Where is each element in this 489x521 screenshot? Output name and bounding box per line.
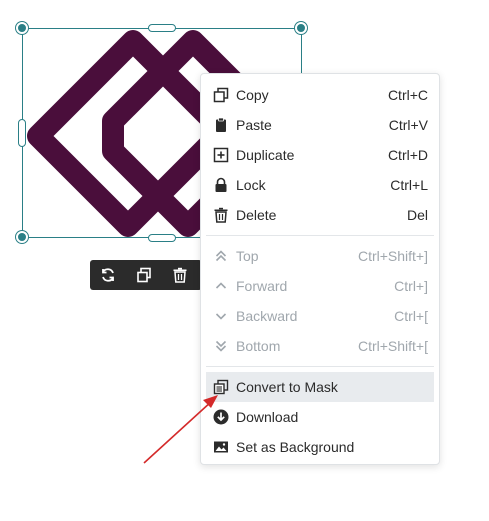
resize-handle-top-left[interactable] [16,22,28,34]
menu-item-shortcut: Ctrl+C [387,87,428,103]
trash-icon [173,267,187,283]
menu-item-shortcut: Ctrl+[ [394,308,428,324]
refresh-icon [102,268,114,282]
resize-handle-left[interactable] [18,119,26,147]
menu-item-label: Bottom [236,338,281,354]
menu-item-shortcut: Ctrl+V [388,117,428,133]
menu-item-shortcut: Ctrl+Shift+] [357,248,428,264]
download-icon [206,409,236,425]
delete-button[interactable] [162,260,198,290]
menu-item-label: Lock [236,177,266,193]
copy-icon [206,87,236,103]
chevron-up-icon [206,279,236,293]
menu-item-label: Duplicate [236,147,295,163]
menu-item-label: Backward [236,308,298,324]
clipboard-icon [206,117,236,133]
double-chevron-down-icon [206,339,236,353]
menu-item-label: Download [236,409,299,425]
menu-item-top[interactable]: Top Ctrl+Shift+] [206,241,434,271]
menu-item-set-as-background[interactable]: Set as Background [206,432,434,462]
menu-item-shortcut: Ctrl+Shift+[ [357,338,428,354]
menu-item-label: Delete [236,207,277,223]
duplicate-button[interactable] [126,260,162,290]
menu-item-download[interactable]: Download [206,402,434,432]
menu-item-bottom[interactable]: Bottom Ctrl+Shift+[ [206,331,434,361]
resize-handle-bottom[interactable] [148,234,176,242]
menu-item-backward[interactable]: Backward Ctrl+[ [206,301,434,331]
menu-item-copy[interactable]: Copy Ctrl+C [206,80,434,110]
menu-item-label: Top [236,248,259,264]
menu-item-forward[interactable]: Forward Ctrl+] [206,271,434,301]
chevron-down-icon [206,309,236,323]
menu-item-duplicate[interactable]: Duplicate Ctrl+D [206,140,434,170]
menu-divider [206,366,434,367]
copy-icon [137,267,151,283]
resize-handle-top[interactable] [148,24,176,32]
menu-item-shortcut: Del [406,207,428,223]
menu-item-paste[interactable]: Paste Ctrl+V [206,110,434,140]
double-chevron-up-icon [206,249,236,263]
menu-item-lock[interactable]: Lock Ctrl+L [206,170,434,200]
plus-square-icon [206,147,236,163]
menu-item-label: Forward [236,278,288,294]
menu-item-label: Convert to Mask [236,379,338,395]
menu-item-label: Paste [236,117,272,133]
menu-item-label: Set as Background [236,439,355,455]
menu-divider [206,235,434,236]
replace-button[interactable] [90,260,126,290]
lock-icon [206,177,236,193]
menu-item-shortcut: Ctrl+D [387,147,428,163]
image-icon [206,439,236,455]
menu-item-convert-to-mask[interactable]: Convert to Mask [206,372,434,402]
resize-handle-top-right[interactable] [295,22,307,34]
menu-item-shortcut: Ctrl+] [394,278,428,294]
mask-icon [206,379,236,395]
trash-icon [206,207,236,223]
menu-item-label: Copy [236,87,269,103]
menu-item-delete[interactable]: Delete Del [206,200,434,230]
element-toolbar [90,260,202,290]
context-menu: Copy Ctrl+C Paste Ctrl+V Duplicate Ctrl+… [200,73,440,465]
resize-handle-bottom-left[interactable] [16,231,28,243]
menu-item-shortcut: Ctrl+L [390,177,428,193]
